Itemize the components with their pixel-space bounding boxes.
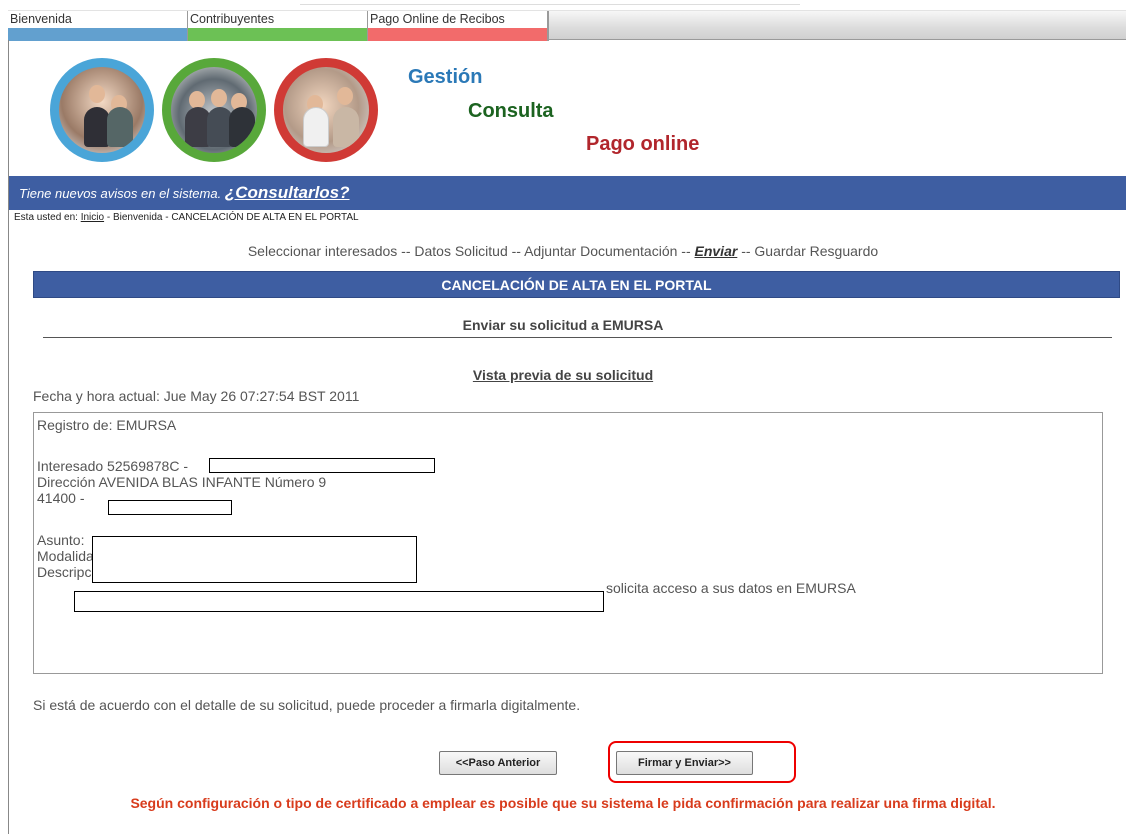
preview-direccion: Dirección AVENIDA BLAS INFANTE Número 9 [37,474,327,490]
tab-label: Contribuyentes [190,12,275,26]
breadcrumb: Esta usted en: Inicio - Bienvenida - CAN… [14,212,359,223]
tab-color-bar [188,28,367,41]
agree-text: Si está de acuerdo con el detalle de su … [33,697,581,713]
divider [43,337,1112,338]
notice-link[interactable]: ¿Consultarlos? [225,183,350,202]
steps-after: -- Guardar Resguardo [741,243,879,259]
steps-before: Seleccionar interesados -- Datos Solicit… [247,243,691,259]
redaction-box [92,536,417,583]
notice-text: Tiene nuevos avisos en el sistema. [19,186,222,201]
preview-registro: Registro de: EMURSA [37,417,177,433]
breadcrumb-rest: - Bienvenida - CANCELACIÓN DE ALTA EN EL… [106,212,359,223]
brand-gestion: Gestión [408,66,483,88]
section-title: CANCELACIÓN DE ALTA EN EL PORTAL [33,271,1120,298]
sign-and-send-button[interactable]: Firmar y Enviar>> [616,751,753,775]
current-datetime: Fecha y hora actual: Jue May 26 07:27:54… [33,388,360,404]
tab-label: Bienvenida [10,12,72,26]
tab-pago-online[interactable]: Pago Online de Recibos [368,11,548,41]
left-border [8,40,9,834]
top-divider [300,4,800,5]
tab-bar: Bienvenida Contribuyentes Pago Online de… [8,10,1126,41]
brand-consulta: Consulta [468,100,554,122]
step-current: Enviar [694,243,738,259]
preview-interesado: Interesado 52569878C - [37,458,188,474]
preview-textarea[interactable]: Registro de: EMURSA Interesado 52569878C… [33,412,1103,674]
tab-divider [548,11,549,41]
tab-bienvenida[interactable]: Bienvenida [8,11,188,41]
preview-title: Vista previa de su solicitud [472,367,654,383]
preview-cp: 41400 - [37,490,85,506]
preview-asunto: Asunto: [37,532,85,548]
brand-pago-online: Pago online [586,133,700,155]
certificate-warning: Según configuración o tipo de certificad… [130,795,996,811]
preview-solicita: solicita acceso a sus datos en EMURSA [606,580,856,596]
page: Bienvenida Contribuyentes Pago Online de… [0,0,1126,834]
previous-step-button[interactable]: <<Paso Anterior [439,751,557,775]
redaction-box [209,458,435,473]
meeting-photo-icon [274,58,378,162]
tab-color-bar [368,28,547,41]
redaction-box [74,591,604,612]
breadcrumb-home-link[interactable]: Inicio [81,212,104,223]
breadcrumb-prefix: Esta usted en: [14,212,78,223]
wizard-steps: Seleccionar interesados -- Datos Solicit… [0,243,1126,259]
preview-modalidad: Modalida [37,548,94,564]
form-subtitle: Enviar su solicitud a EMURSA [462,317,664,333]
notice-bar: Tiene nuevos avisos en el sistema. ¿Cons… [9,176,1126,210]
people-photo-icon [50,58,154,162]
tab-label: Pago Online de Recibos [370,12,505,26]
redaction-box [108,500,232,515]
business-team-icon [162,58,266,162]
tab-contribuyentes[interactable]: Contribuyentes [188,11,368,41]
tab-color-bar [8,28,187,41]
